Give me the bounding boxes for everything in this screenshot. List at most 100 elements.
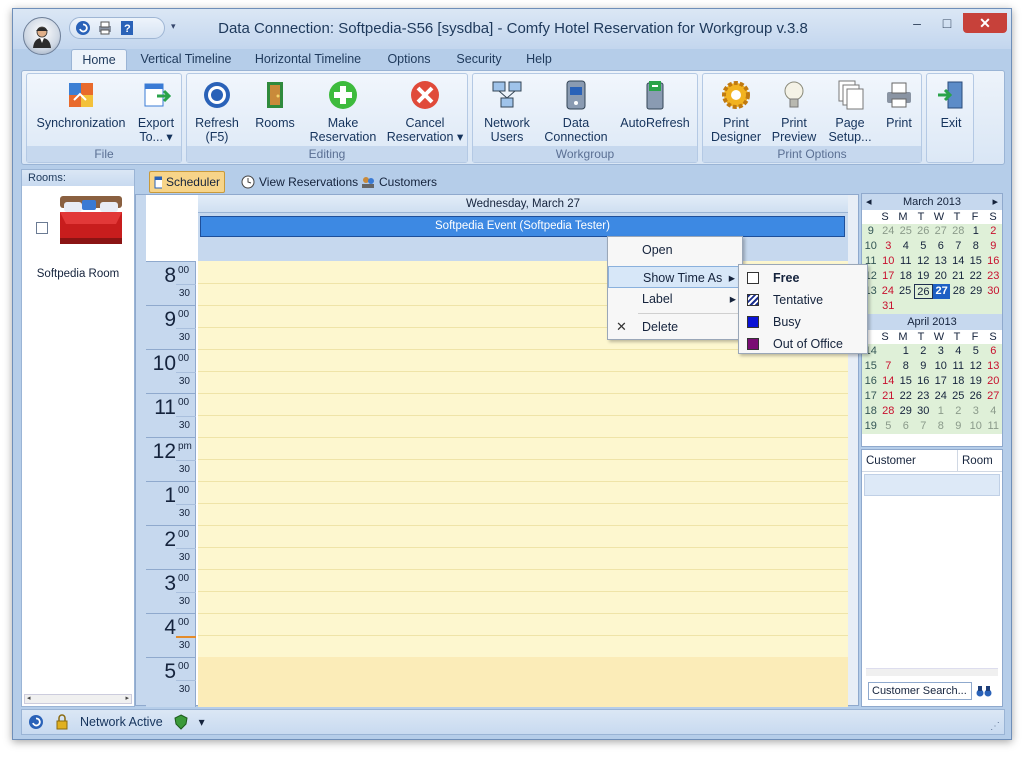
calendar-day[interactable]: 2 — [915, 344, 933, 359]
tab-home[interactable]: Home — [71, 49, 127, 71]
data-connection-button[interactable]: Data Connection — [541, 78, 611, 144]
calendar-day[interactable]: 9 — [915, 359, 933, 374]
calendar-day[interactable]: 1 — [967, 224, 985, 239]
calendar-day[interactable]: 13 — [932, 254, 950, 269]
rooms-horizontal-scrollbar[interactable]: ◂ ▸ — [24, 694, 132, 704]
calendar-day[interactable]: 6 — [985, 344, 1003, 359]
calendar-day[interactable]: 30 — [915, 404, 933, 419]
network-users-button[interactable]: Network Users — [477, 78, 537, 144]
calendar-day[interactable]: 12 — [967, 359, 985, 374]
calendar-day[interactable]: 19 — [967, 374, 985, 389]
submenu-item-out-of-office[interactable]: Out of Office — [739, 333, 867, 355]
lock-icon[interactable] — [54, 714, 70, 730]
calendar-day[interactable]: 21 — [880, 389, 898, 404]
status-dropdown[interactable]: ▾ — [199, 715, 205, 729]
page-setup-button[interactable]: Page Setup... — [823, 78, 877, 144]
calendar-day[interactable]: 26 — [913, 284, 933, 299]
calendar-day[interactable]: 7 — [880, 359, 898, 374]
calendar-day[interactable]: 22 — [897, 389, 915, 404]
calendar-day[interactable]: 10 — [932, 359, 950, 374]
calendar-day[interactable]: 4 — [985, 404, 1003, 419]
next-month-button[interactable]: ▸ — [992, 194, 998, 210]
calendar-day[interactable]: 29 — [968, 284, 985, 299]
calendar-day[interactable]: 12 — [915, 254, 933, 269]
calendar-day[interactable]: 11 — [897, 254, 915, 269]
synchronization-button[interactable]: Synchronization — [33, 78, 129, 130]
minimize-button[interactable]: – — [903, 13, 931, 33]
make-reservation-button[interactable]: Make Reservation — [305, 78, 381, 144]
calendar-day[interactable]: 3 — [932, 344, 950, 359]
app-menu-button[interactable] — [23, 17, 61, 55]
calendar-day[interactable]: 25 — [897, 284, 914, 299]
print-designer-button[interactable]: Print Designer — [707, 78, 765, 144]
calendar-day[interactable]: 20 — [932, 269, 950, 284]
calendar-today[interactable]: 27 — [933, 284, 951, 299]
tab-help[interactable]: Help — [519, 49, 559, 71]
calendar-day[interactable]: 3 — [967, 404, 985, 419]
calendar-day[interactable]: 21 — [950, 269, 968, 284]
room-column-header[interactable]: Room — [958, 450, 993, 471]
calendar-day[interactable]: 31 — [880, 299, 898, 314]
calendar-day[interactable]: 28 — [880, 404, 898, 419]
calendar-day[interactable]: 8 — [967, 239, 985, 254]
customer-row[interactable] — [864, 474, 1000, 496]
calendar-day[interactable]: 14 — [950, 254, 968, 269]
calendar-day[interactable]: 15 — [967, 254, 985, 269]
autorefresh-button[interactable]: AutoRefresh — [615, 78, 695, 130]
calendar-day[interactable]: 29 — [897, 404, 915, 419]
rooms-button[interactable]: Rooms — [249, 78, 301, 130]
menu-item-label[interactable]: Label ▸ — [608, 288, 742, 310]
shield-icon[interactable] — [173, 714, 189, 730]
calendar-day[interactable]: 24 — [932, 389, 950, 404]
calendar-day[interactable]: 20 — [985, 374, 1003, 389]
scroll-left-icon[interactable]: ◂ — [27, 695, 31, 703]
print-preview-button[interactable]: Print Preview — [767, 78, 821, 144]
resize-grip[interactable]: ⋰ — [990, 721, 1000, 732]
customer-column-header[interactable]: Customer — [862, 450, 958, 471]
calendar-day[interactable]: 24 — [880, 224, 898, 239]
calendar-day[interactable]: 23 — [985, 269, 1003, 284]
maximize-button[interactable]: □ — [933, 13, 961, 33]
scroll-right-icon[interactable]: ▸ — [125, 695, 129, 703]
event-appointment[interactable]: Softpedia Event (Softpedia Tester) — [200, 216, 845, 237]
calendar-day[interactable]: 6 — [932, 239, 950, 254]
calendar-day[interactable]: 11 — [950, 359, 968, 374]
submenu-item-busy[interactable]: Busy — [739, 311, 867, 333]
tab-vertical-timeline[interactable]: Vertical Timeline — [135, 49, 237, 71]
export-button[interactable]: Export To... ▾ — [131, 78, 181, 144]
calendar-day[interactable]: 4 — [950, 344, 968, 359]
tab-options[interactable]: Options — [379, 49, 439, 71]
calendar-day[interactable]: 2 — [985, 224, 1003, 239]
calendar-day[interactable]: 10 — [880, 254, 898, 269]
calendar-day[interactable]: 9 — [950, 419, 968, 434]
customers-horizontal-scrollbar[interactable] — [866, 668, 998, 676]
calendar-day[interactable]: 15 — [897, 374, 915, 389]
calendar-day[interactable]: 1 — [897, 344, 915, 359]
calendar-day[interactable]: 13 — [985, 359, 1003, 374]
calendar-day[interactable]: 14 — [880, 374, 898, 389]
calendar-day[interactable]: 30 — [985, 284, 1002, 299]
calendar-day[interactable]: 28 — [950, 224, 968, 239]
room-checkbox[interactable] — [36, 222, 48, 234]
calendar-day[interactable]: 2 — [950, 404, 968, 419]
calendar-day[interactable]: 19 — [915, 269, 933, 284]
tab-horizontal-timeline[interactable]: Horizontal Timeline — [249, 49, 367, 71]
tab-view-reservations[interactable]: View Reservations — [237, 171, 362, 193]
calendar-day[interactable]: 5 — [915, 239, 933, 254]
calendar-day[interactable]: 25 — [950, 389, 968, 404]
tab-security[interactable]: Security — [449, 49, 509, 71]
menu-item-show-time-as[interactable]: Show Time As ▸ — [608, 266, 742, 288]
exit-button[interactable]: Exit — [929, 78, 973, 130]
calendar-day[interactable]: 17 — [932, 374, 950, 389]
customer-search-input[interactable]: Customer Search... — [868, 682, 972, 700]
submenu-item-free[interactable]: Free — [739, 267, 867, 289]
qat-refresh-button[interactable] — [74, 19, 92, 37]
scheduler-left-scrollbar[interactable] — [136, 195, 146, 705]
calendar-day[interactable]: 22 — [967, 269, 985, 284]
calendar-day[interactable]: 6 — [897, 419, 915, 434]
calendar-day[interactable]: 11 — [985, 419, 1003, 434]
calendar-day[interactable]: 5 — [880, 419, 898, 434]
calendar-day[interactable]: 18 — [950, 374, 968, 389]
qat-print-button[interactable] — [96, 19, 114, 37]
calendar-day[interactable]: 5 — [967, 344, 985, 359]
